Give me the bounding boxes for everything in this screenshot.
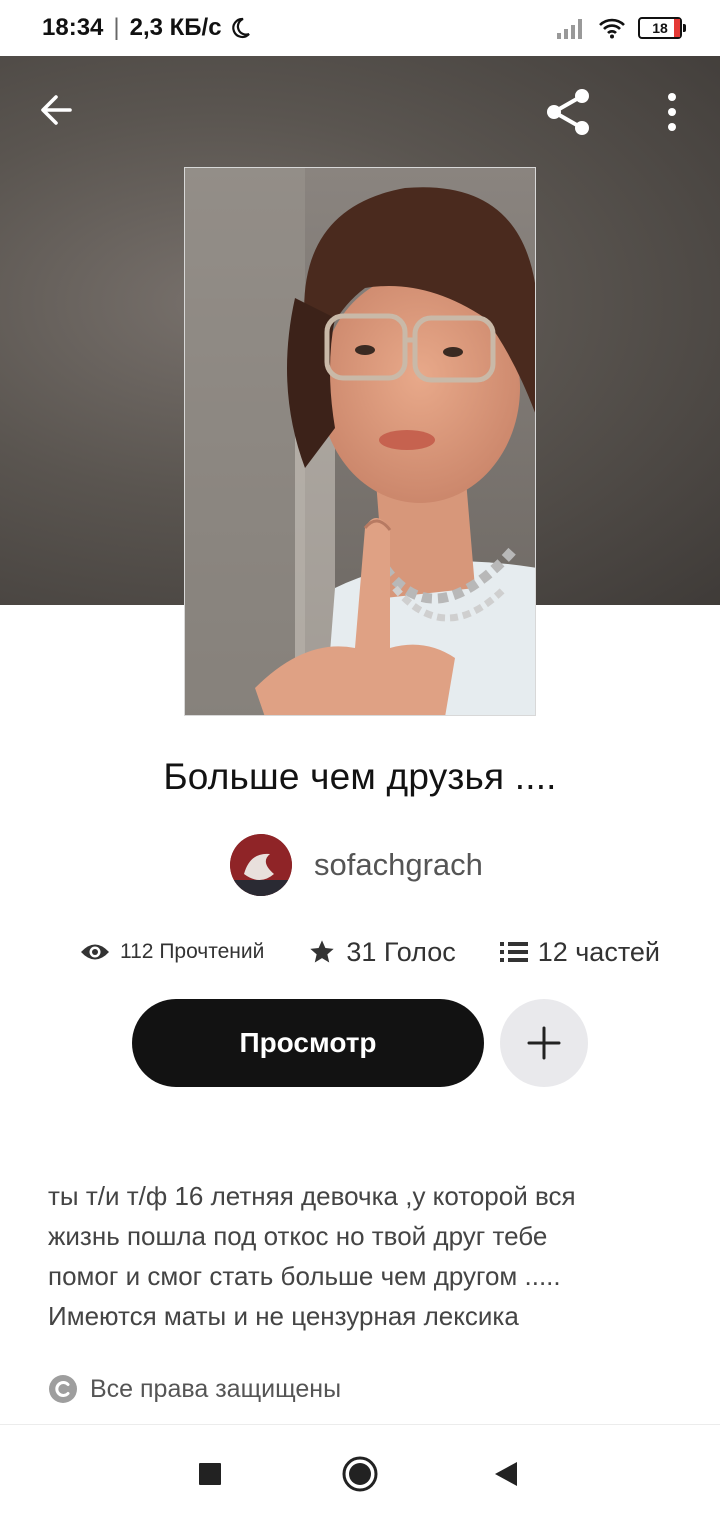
votes-count: 31 Голос [346, 936, 456, 967]
story-description: ты т/и т/ф 16 летняя девочка ,у которой … [48, 1176, 648, 1336]
author-avatar[interactable] [230, 834, 292, 896]
reads-stat: 112 Прочтений [80, 940, 264, 964]
author-name[interactable]: sofachgrach [314, 847, 483, 883]
status-bar: 18:34 | 2,3 КБ/с 18 [0, 0, 720, 56]
copyright-label: Все права защищены [90, 1374, 342, 1403]
wifi-icon [599, 18, 625, 39]
cover-photo [185, 168, 535, 715]
signal-icon [557, 19, 582, 39]
plus-icon [527, 1026, 561, 1060]
more-options-button[interactable] [652, 84, 692, 140]
status-left: 18:34 | 2,3 КБ/с [42, 14, 252, 42]
avatar-image [230, 834, 292, 896]
star-icon [310, 940, 335, 963]
triangle-back-icon [495, 1462, 517, 1486]
copyright-icon [49, 1375, 77, 1403]
moon-icon [231, 17, 250, 39]
parts-stat: 12 частей [499, 936, 660, 968]
votes-stat: 31 Голос [308, 936, 456, 968]
status-time: 18:34 [42, 14, 104, 41]
status-right: 18 [556, 17, 686, 39]
status-separator: | [113, 14, 120, 41]
list-icon [499, 942, 528, 962]
arrow-left-icon [41, 95, 72, 125]
add-to-library-button[interactable] [500, 999, 588, 1087]
home-circle-icon [342, 1456, 378, 1492]
home-button[interactable] [338, 1452, 382, 1496]
square-icon [199, 1463, 221, 1485]
eye-icon [81, 944, 109, 960]
battery-level [674, 19, 680, 37]
description-line: ты т/и т/ф 16 летняя девочка ,у которой … [48, 1181, 576, 1211]
status-network-speed: 2,3 КБ/с [129, 14, 222, 41]
battery-percent: 18 [652, 20, 668, 36]
share-icon [547, 89, 589, 135]
back-button[interactable] [30, 84, 82, 136]
description-line: Имеются маты и не цензурная лексика [48, 1301, 519, 1331]
story-title: Больше чем друзья .... [163, 756, 557, 797]
copyright-notice: Все права защищены [48, 1374, 341, 1404]
share-button[interactable] [540, 84, 596, 140]
system-back-button[interactable] [484, 1452, 528, 1496]
recents-button[interactable] [188, 1452, 232, 1496]
story-stats: 112 Прочтений 31 Голос 12 частей [80, 924, 660, 980]
more-vertical-icon [668, 93, 676, 131]
battery-indicator: 18 [638, 17, 686, 39]
description-line: помог и смог стать больше чем другом ...… [48, 1261, 561, 1291]
parts-count: 12 частей [537, 936, 660, 967]
description-line: жизнь пошла под откос но твой друг тебе [48, 1221, 548, 1251]
reads-count: 112 Прочтений [120, 940, 265, 963]
story-cover-image[interactable] [184, 167, 536, 716]
read-button[interactable]: Просмотр [132, 999, 484, 1087]
author-link[interactable]: sofachgrach [230, 834, 483, 896]
